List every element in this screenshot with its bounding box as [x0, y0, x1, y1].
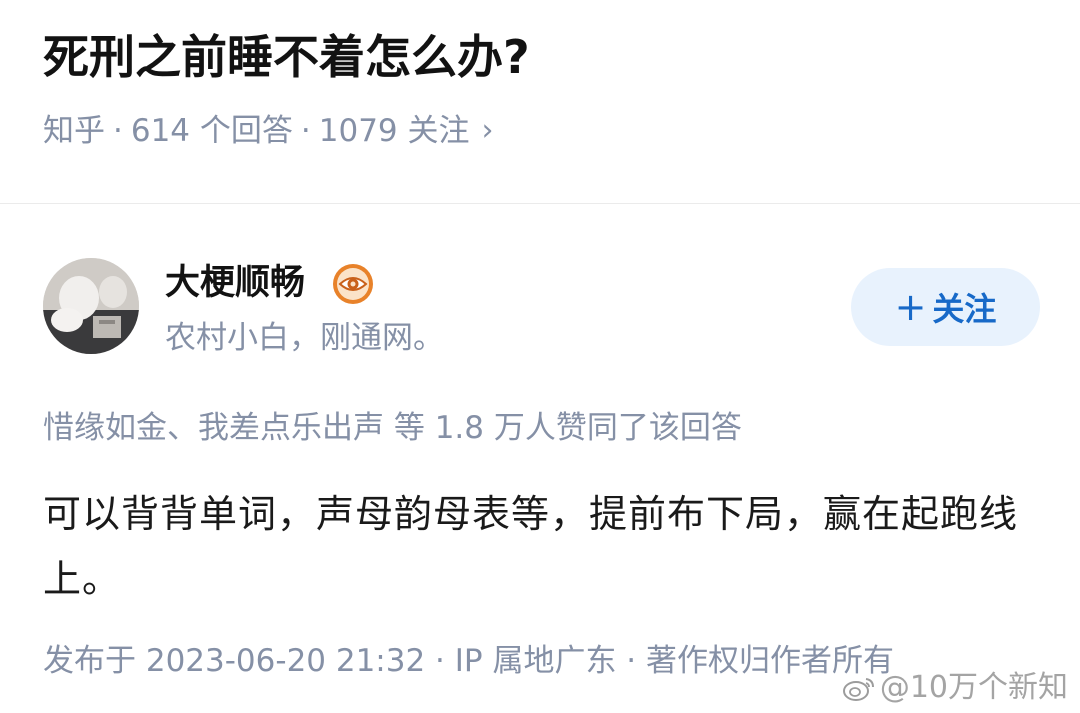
chevron-right-icon: ›	[481, 113, 494, 148]
answer-body[interactable]: 可以背背单词，声母韵母表等，提前布下局，赢在起跑线上。	[43, 482, 1033, 612]
watermark: @10万个新知	[842, 666, 1068, 710]
eye-badge-icon	[333, 264, 373, 304]
weibo-icon	[842, 678, 874, 701]
answer-count: 614 个回答	[130, 113, 293, 149]
meta-separator: ·	[113, 113, 123, 149]
follow-button[interactable]: + 关注	[851, 268, 1040, 346]
source-label: 知乎	[43, 113, 105, 149]
author-bio: 农村小白，刚通网。	[165, 320, 444, 356]
section-divider	[0, 203, 1080, 204]
question-meta[interactable]: 知乎 · 614 个回答 · 1079 关注 ›	[43, 109, 494, 153]
plus-icon: +	[894, 285, 927, 329]
upvote-summary[interactable]: 惜缘如金、我差点乐出声 等 1.8 万人赞同了该回答	[43, 405, 742, 451]
avatar-image	[43, 258, 139, 354]
answer-footer: 发布于 2023-06-20 21:32 · IP 属地广东 · 著作权归作者所…	[43, 643, 895, 679]
watermark-text: @10万个新知	[879, 670, 1068, 705]
avatar[interactable]	[43, 258, 139, 354]
author-name[interactable]: 大梗顺畅	[165, 259, 305, 307]
meta-separator: ·	[300, 113, 311, 149]
follow-count: 1079 关注	[318, 113, 470, 149]
follow-button-label: 关注	[932, 290, 997, 328]
question-title[interactable]: 死刑之前睡不着怎么办?	[43, 24, 530, 90]
